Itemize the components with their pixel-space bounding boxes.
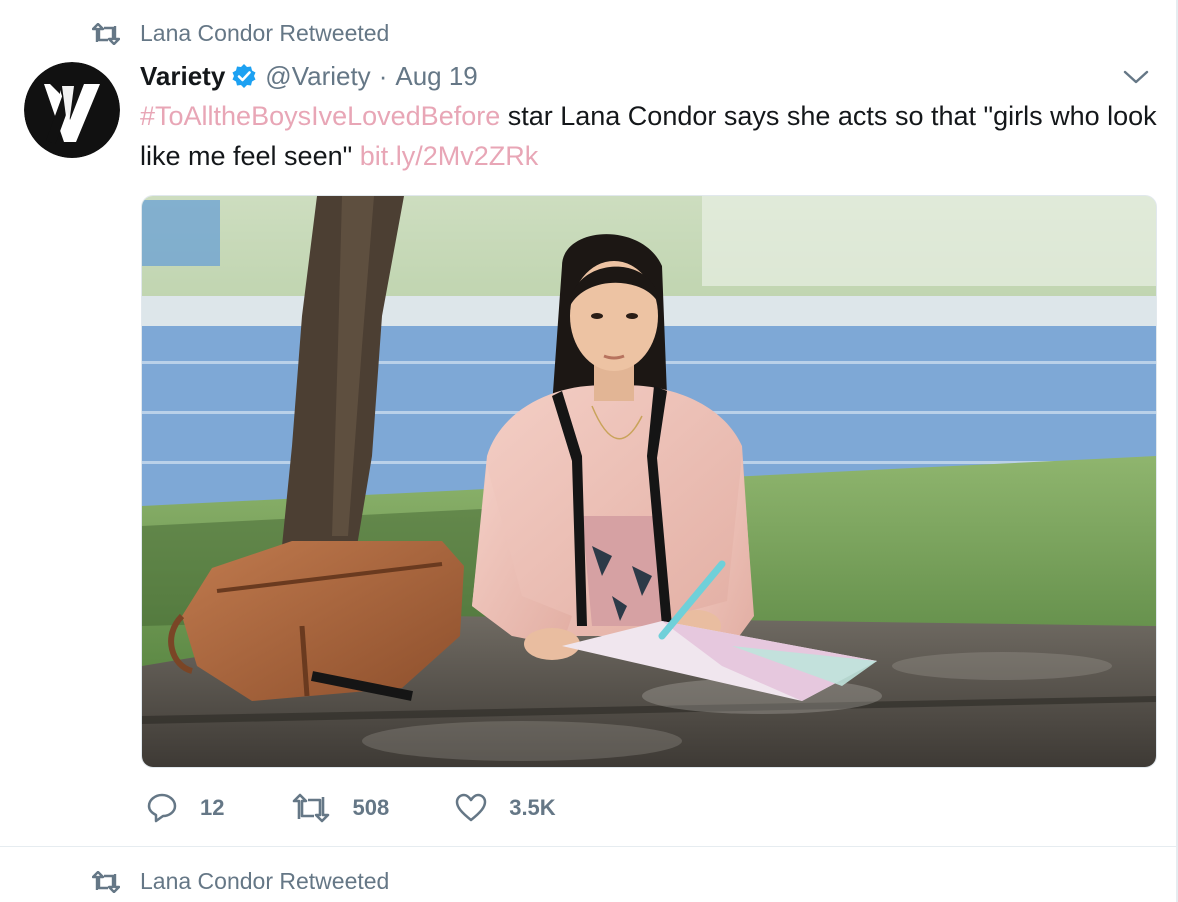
retweet-icon [92, 22, 120, 45]
tweet-media-photo[interactable] [141, 195, 1157, 768]
retweet-button[interactable]: 508 [292, 793, 389, 823]
tweet-date[interactable]: Aug 19 [395, 61, 477, 92]
retweet-count: 508 [352, 795, 390, 820]
photo-image [142, 196, 1156, 767]
tweet-text: #ToAlltheBoysIveLovedBefore star Lana Co… [140, 96, 1160, 176]
avatar[interactable] [24, 62, 120, 158]
display-name[interactable]: Variety [140, 61, 225, 92]
reply-button[interactable]: 12 [146, 792, 224, 824]
url-link[interactable]: bit.ly/2Mv2ZRk [360, 141, 539, 171]
variety-logo [24, 62, 120, 158]
handle[interactable]: @Variety [265, 61, 370, 92]
like-button[interactable]: 3.5K [455, 793, 556, 823]
header-separator: · [378, 60, 388, 91]
hashtag-link[interactable]: #ToAlltheBoysIveLovedBefore [140, 101, 500, 131]
next-retweet-context: Lana Condor Retweeted [92, 868, 389, 895]
retweet-icon [293, 793, 330, 823]
tweet-actions: 12 508 3.5K [146, 792, 556, 824]
verified-badge-icon [232, 64, 256, 88]
retweet-context: Lana Condor Retweeted [92, 20, 389, 47]
reply-icon [147, 793, 177, 823]
like-count: 3.5K [509, 795, 556, 820]
retweet-icon [92, 870, 120, 893]
heart-icon [455, 793, 487, 822]
retweet-context-label[interactable]: Lana Condor Retweeted [140, 20, 389, 47]
next-retweet-context-label[interactable]: Lana Condor Retweeted [140, 868, 389, 895]
tweet-header: Variety @Variety · Aug 19 [140, 58, 478, 94]
reply-count: 12 [200, 795, 225, 820]
chevron-down-icon[interactable] [1122, 66, 1150, 88]
